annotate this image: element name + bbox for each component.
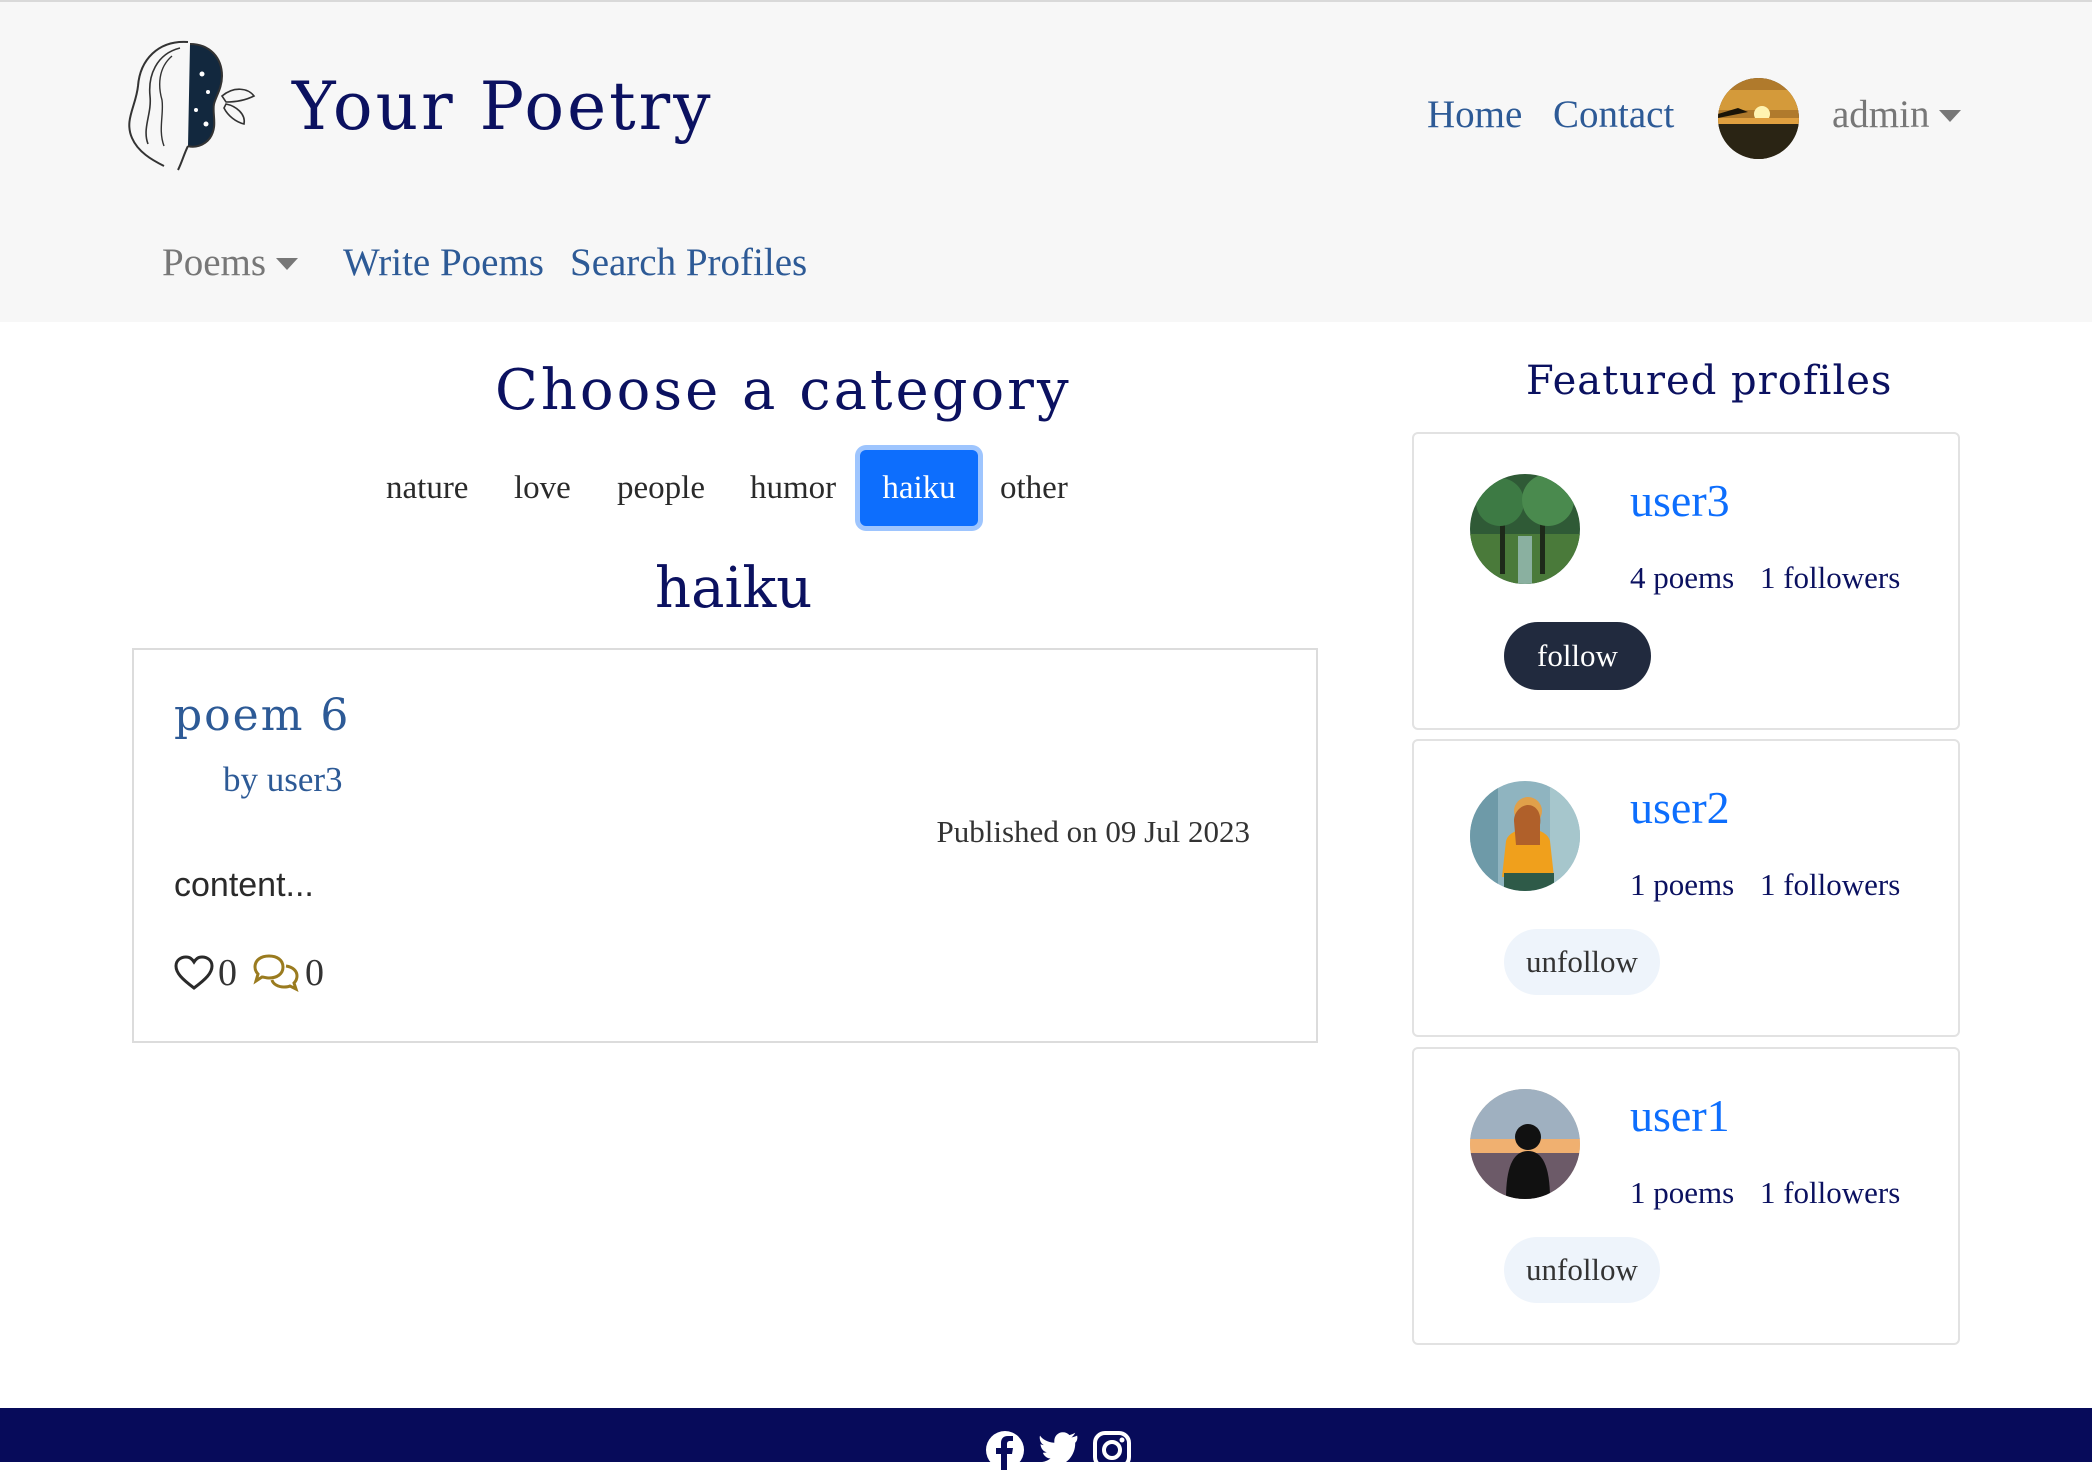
poems-dropdown-label: Poems xyxy=(162,241,267,284)
brand-title[interactable]: Your Poetry xyxy=(292,68,714,145)
chevron-down-icon xyxy=(276,257,299,270)
category-haiku[interactable]: haiku xyxy=(860,450,978,526)
profile-follower-count: 1 followers xyxy=(1759,867,1901,902)
featured-profiles-heading: Featured profiles xyxy=(1526,358,1893,404)
category-nature[interactable]: nature xyxy=(386,446,468,530)
category-list: nature love people humor haiku other xyxy=(370,446,1080,530)
profile-stats: 4 poems 1 followers xyxy=(1630,560,1900,596)
profile-follower-count: 1 followers xyxy=(1759,1175,1901,1210)
heart-icon[interactable] xyxy=(174,955,214,991)
category-humor[interactable]: humor xyxy=(750,446,836,530)
user-avatar[interactable] xyxy=(1718,78,1799,159)
poem-stats: 0 0 xyxy=(174,950,338,996)
chevron-down-icon xyxy=(1939,109,1962,122)
unfollow-button[interactable]: unfollow xyxy=(1504,929,1660,995)
search-profiles-link[interactable]: Search Profiles xyxy=(570,240,807,285)
category-other[interactable]: other xyxy=(1000,446,1068,530)
unfollow-button[interactable]: unfollow xyxy=(1504,1237,1660,1303)
category-love[interactable]: love xyxy=(514,446,571,530)
profile-avatar[interactable] xyxy=(1470,781,1580,891)
write-poems-link[interactable]: Write Poems xyxy=(343,240,544,285)
facebook-icon[interactable] xyxy=(985,1430,1025,1470)
profile-card: user1 1 poems 1 followers unfollow xyxy=(1412,1047,1960,1345)
comment-count: 0 xyxy=(305,952,324,994)
profile-avatar[interactable] xyxy=(1470,474,1580,584)
profile-card: user3 4 poems 1 followers follow xyxy=(1412,432,1960,730)
profile-poem-count: 1 poems xyxy=(1630,1175,1735,1210)
navbar: Your Poetry Home Contact admin Poems Wri… xyxy=(0,2,2092,322)
profile-avatar[interactable] xyxy=(1470,1089,1580,1199)
selected-category-heading: haiku xyxy=(655,556,813,621)
poem-card: poem 6 by user3 Published on 09 Jul 2023… xyxy=(132,648,1318,1043)
poem-title[interactable]: poem 6 xyxy=(174,690,350,741)
profile-stats: 1 poems 1 followers xyxy=(1630,1175,1900,1211)
poem-content: content... xyxy=(174,866,314,904)
logo-icon[interactable] xyxy=(118,34,260,172)
poem-author-link[interactable]: by user3 xyxy=(223,760,343,800)
poems-dropdown[interactable]: Poems xyxy=(162,240,299,285)
like-count: 0 xyxy=(218,952,237,994)
nav-home-link[interactable]: Home xyxy=(1427,92,1522,137)
profile-follower-count: 1 followers xyxy=(1759,560,1901,595)
profile-name-link[interactable]: user3 xyxy=(1630,474,1730,527)
profile-stats: 1 poems 1 followers xyxy=(1630,867,1900,903)
profile-card: user2 1 poems 1 followers unfollow xyxy=(1412,739,1960,1037)
poem-published-date: Published on 09 Jul 2023 xyxy=(936,814,1250,849)
footer xyxy=(0,1408,2092,1470)
category-people[interactable]: people xyxy=(617,446,705,530)
twitter-icon[interactable] xyxy=(1039,1430,1079,1470)
nav-contact-link[interactable]: Contact xyxy=(1553,92,1674,137)
follow-button[interactable]: follow xyxy=(1504,622,1651,690)
profile-name-link[interactable]: user1 xyxy=(1630,1089,1730,1142)
profile-poem-count: 4 poems xyxy=(1630,560,1735,595)
user-name: admin xyxy=(1832,93,1930,136)
profile-poem-count: 1 poems xyxy=(1630,867,1735,902)
profile-name-link[interactable]: user2 xyxy=(1630,781,1730,834)
user-menu-dropdown[interactable]: admin xyxy=(1832,92,1962,137)
instagram-icon[interactable] xyxy=(1092,1430,1132,1470)
comments-icon[interactable] xyxy=(251,953,301,993)
category-chooser-heading: Choose a category xyxy=(495,358,1072,423)
